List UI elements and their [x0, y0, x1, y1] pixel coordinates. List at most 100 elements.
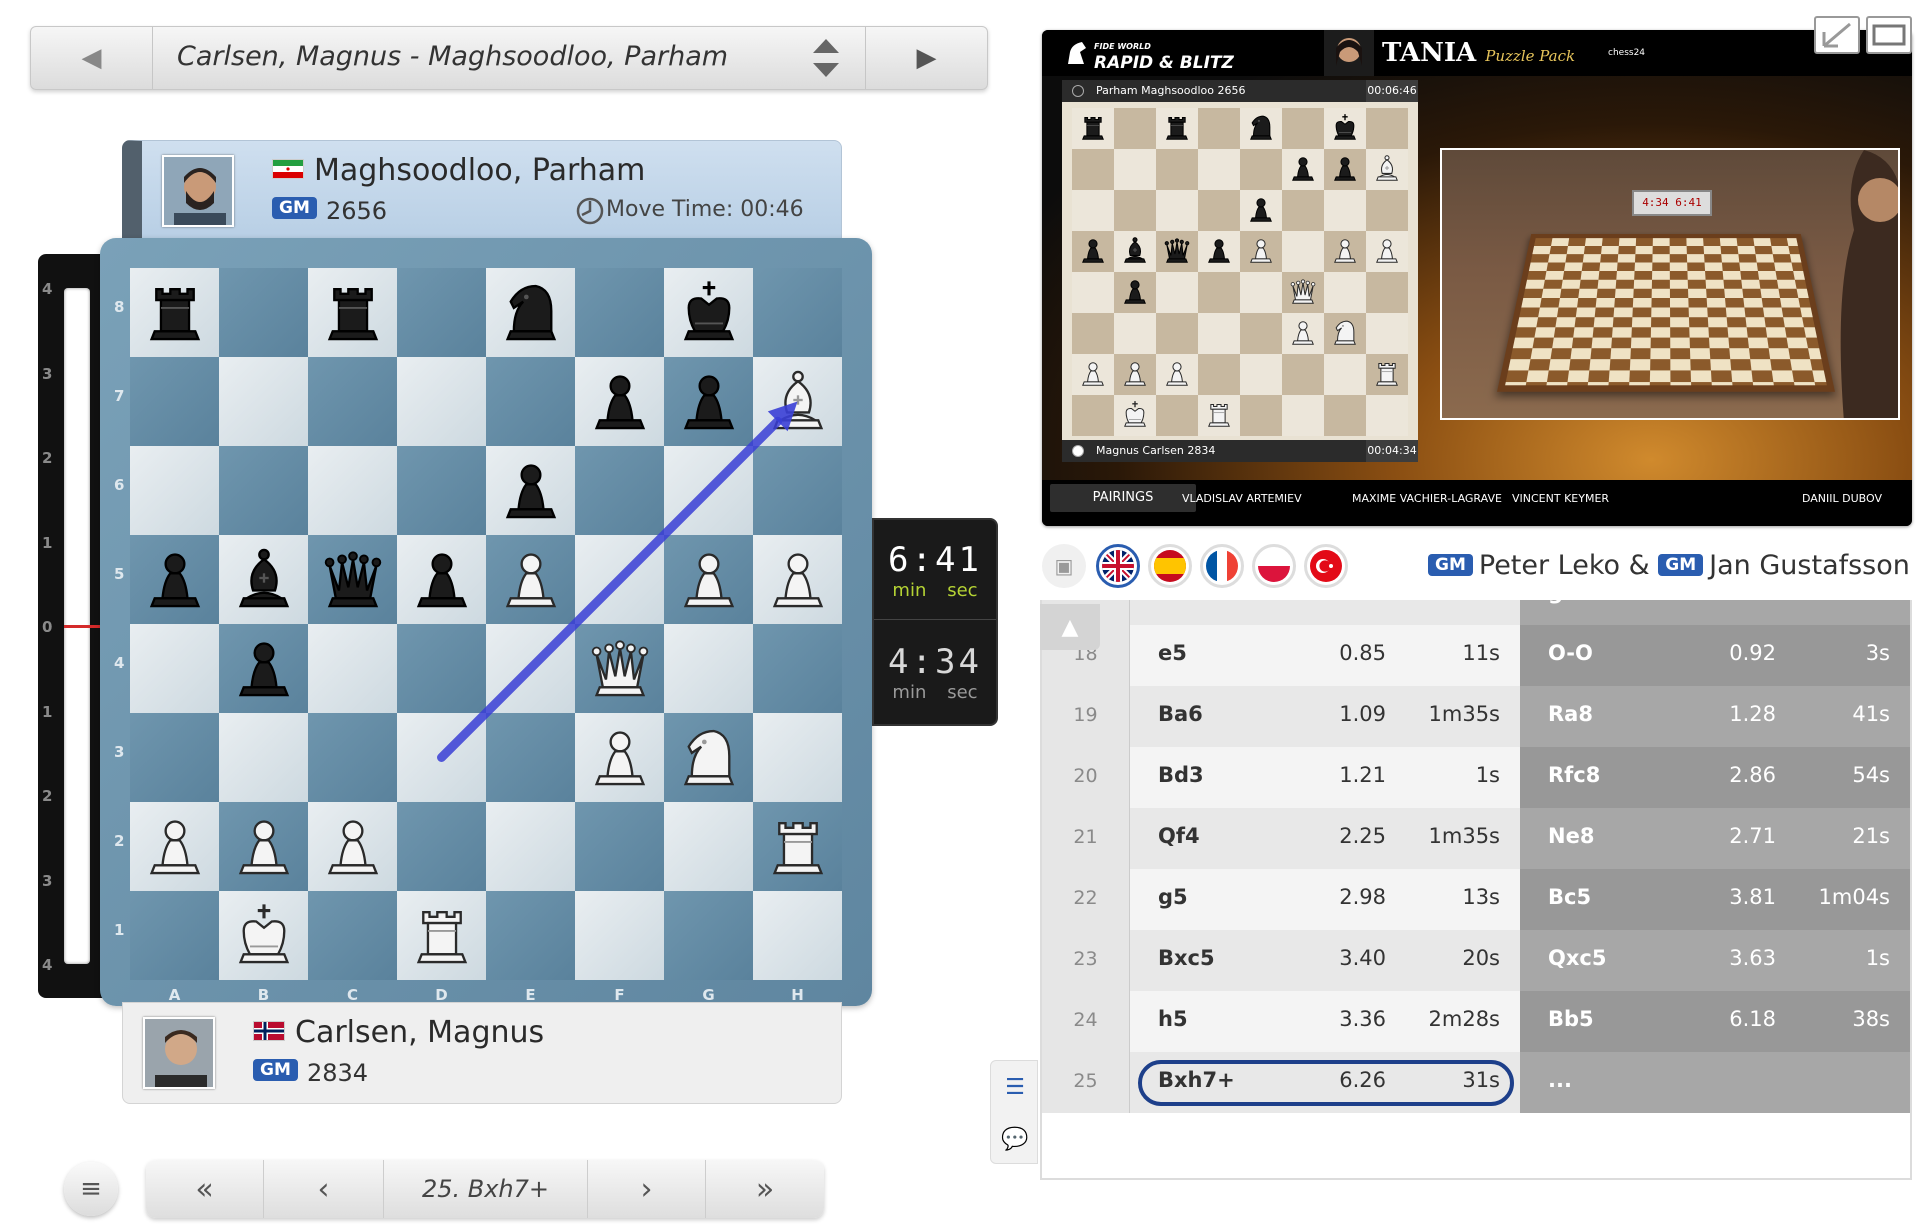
- black-pawn-icon[interactable]: [581, 361, 659, 443]
- square-h5[interactable]: [753, 535, 842, 624]
- square-e4[interactable]: [486, 624, 575, 713]
- square-g4[interactable]: [664, 624, 753, 713]
- square-e3[interactable]: [486, 713, 575, 802]
- square-e1[interactable]: [486, 891, 575, 980]
- square-e7[interactable]: [486, 357, 575, 446]
- square-f2[interactable]: [575, 802, 664, 891]
- language-french[interactable]: [1200, 544, 1244, 588]
- square-g3[interactable]: [664, 713, 753, 802]
- square-c1[interactable]: [308, 891, 397, 980]
- square-d2[interactable]: [397, 802, 486, 891]
- black-pawn-icon[interactable]: [225, 628, 303, 710]
- square-h4[interactable]: [753, 624, 842, 713]
- square-h3[interactable]: [753, 713, 842, 802]
- language-turkish[interactable]: [1304, 544, 1348, 588]
- square-f7[interactable]: [575, 357, 664, 446]
- white-bishop-icon[interactable]: [759, 361, 837, 443]
- square-f5[interactable]: [575, 535, 664, 624]
- black-move-cell[interactable]: Rfc8 2.86 54s: [1520, 747, 1910, 808]
- black-move-cell[interactable]: Ne8 2.71 21s: [1520, 808, 1910, 869]
- pairings-tab[interactable]: PAIRINGS: [1050, 484, 1196, 512]
- square-e8[interactable]: [486, 268, 575, 357]
- black-pawn-icon[interactable]: [136, 539, 214, 621]
- square-h2[interactable]: [753, 802, 842, 891]
- white-move-cell[interactable]: Ba6 1.09 1m35s: [1130, 686, 1520, 747]
- square-f3[interactable]: [575, 713, 664, 802]
- expand-video-icon[interactable]: [1866, 16, 1912, 54]
- black-rook-icon[interactable]: [314, 272, 392, 354]
- square-b2[interactable]: [219, 802, 308, 891]
- square-a6[interactable]: 6: [114, 446, 219, 535]
- black-pawn-icon[interactable]: [670, 361, 748, 443]
- white-move-cell[interactable]: Bxc5 3.40 20s: [1130, 930, 1520, 991]
- moves-table[interactable]: 17Kh20.401m35sg60.621m20s18e50.8511sO-O0…: [1040, 600, 1912, 1180]
- popout-video-icon[interactable]: [1814, 16, 1860, 54]
- white-move-cell[interactable]: Kh2 0.40 1m35s: [1130, 600, 1520, 625]
- white-move-cell[interactable]: g5 2.98 13s: [1130, 869, 1520, 930]
- white-pawn-icon[interactable]: [581, 717, 659, 799]
- square-h7[interactable]: [753, 357, 842, 446]
- white-pawn-icon[interactable]: [759, 539, 837, 621]
- square-d4[interactable]: [397, 624, 486, 713]
- chess-board[interactable]: 8 7 6 5 4 3 2 1: [114, 268, 842, 980]
- square-c5[interactable]: [308, 535, 397, 624]
- square-d8[interactable]: [397, 268, 486, 357]
- square-g1[interactable]: [664, 891, 753, 980]
- updown-chevron-icon[interactable]: [811, 37, 841, 79]
- square-c2[interactable]: [308, 802, 397, 891]
- white-pawn-icon[interactable]: [225, 806, 303, 888]
- square-e6[interactable]: [486, 446, 575, 535]
- square-a7[interactable]: 7: [114, 357, 219, 446]
- black-move-cell[interactable]: g6 0.62 1m20s: [1520, 600, 1910, 625]
- black-pawn-icon[interactable]: [403, 539, 481, 621]
- black-queen-icon[interactable]: [314, 539, 392, 621]
- square-b5[interactable]: [219, 535, 308, 624]
- moves-list-tab[interactable]: ☰: [991, 1061, 1039, 1113]
- square-g7[interactable]: [664, 357, 753, 446]
- menu-button[interactable]: ≡: [64, 1162, 118, 1216]
- square-g6[interactable]: [664, 446, 753, 535]
- first-move-button[interactable]: «: [146, 1160, 264, 1218]
- square-f6[interactable]: [575, 446, 664, 535]
- white-move-cell[interactable]: h5 3.36 2m28s: [1130, 991, 1520, 1052]
- white-pawn-icon[interactable]: [492, 539, 570, 621]
- black-move-cell[interactable]: ...: [1520, 1052, 1910, 1113]
- black-knight-icon[interactable]: [492, 272, 570, 354]
- game-selector[interactable]: ◀ Carlsen, Magnus - Maghsoodloo, Parham …: [30, 26, 988, 90]
- language-spanish[interactable]: [1148, 544, 1192, 588]
- square-a2[interactable]: 2: [114, 802, 219, 891]
- black-king-icon[interactable]: [670, 272, 748, 354]
- white-rook-icon[interactable]: [759, 806, 837, 888]
- previous-game-button[interactable]: ◀: [31, 27, 153, 89]
- black-bishop-icon[interactable]: [225, 539, 303, 621]
- square-b4[interactable]: [219, 624, 308, 713]
- square-c4[interactable]: [308, 624, 397, 713]
- square-a3[interactable]: 3: [114, 713, 219, 802]
- square-b7[interactable]: [219, 357, 308, 446]
- white-move-cell[interactable]: Bxh7+ 6.26 31s: [1130, 1052, 1520, 1113]
- square-e2[interactable]: [486, 802, 575, 891]
- white-queen-icon[interactable]: [581, 628, 659, 710]
- black-move-cell[interactable]: Bb5 6.18 38s: [1520, 991, 1910, 1052]
- square-f4[interactable]: [575, 624, 664, 713]
- white-move-cell[interactable]: Qf4 2.25 1m35s: [1130, 808, 1520, 869]
- black-pawn-icon[interactable]: [492, 450, 570, 532]
- black-move-cell[interactable]: Bc5 3.81 1m04s: [1520, 869, 1910, 930]
- black-move-cell[interactable]: O-O 0.92 3s: [1520, 625, 1910, 686]
- black-move-cell[interactable]: Qxc5 3.63 1s: [1520, 930, 1910, 991]
- square-b3[interactable]: [219, 713, 308, 802]
- square-a4[interactable]: 4: [114, 624, 219, 713]
- square-a1[interactable]: 1: [114, 891, 219, 980]
- square-b8[interactable]: [219, 268, 308, 357]
- square-d6[interactable]: [397, 446, 486, 535]
- square-g5[interactable]: [664, 535, 753, 624]
- square-c6[interactable]: [308, 446, 397, 535]
- language-english[interactable]: [1096, 544, 1140, 588]
- white-rook-icon[interactable]: [403, 895, 481, 977]
- square-e5[interactable]: [486, 535, 575, 624]
- square-h1[interactable]: [753, 891, 842, 980]
- video-camera-icon[interactable]: ▣: [1042, 544, 1086, 588]
- square-f8[interactable]: [575, 268, 664, 357]
- square-g8[interactable]: [664, 268, 753, 357]
- black-rook-icon[interactable]: [136, 272, 214, 354]
